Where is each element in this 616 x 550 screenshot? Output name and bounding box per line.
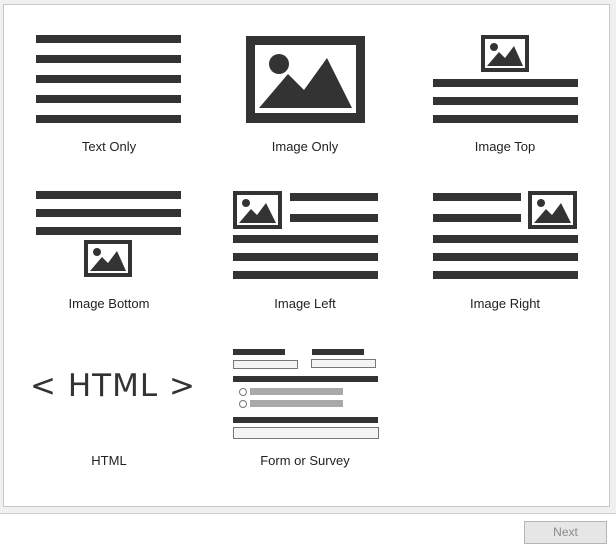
layout-label: Image Only (271, 139, 339, 154)
layout-option-image-right[interactable]: Image Right (426, 186, 584, 316)
image-bottom-icon (36, 191, 181, 277)
layout-label: Text Only (81, 139, 137, 154)
form-icon (233, 349, 379, 439)
layout-label: Image Bottom (68, 296, 150, 311)
layout-label: Form or Survey (260, 453, 350, 468)
next-button[interactable]: Next (524, 521, 607, 544)
html-icon: < HTML > (30, 368, 196, 404)
image-icon (246, 36, 365, 123)
layout-option-text-only[interactable]: Text Only (30, 30, 188, 160)
text-lines-icon (36, 35, 181, 123)
image-top-icon (433, 35, 578, 123)
layout-option-image-bottom[interactable]: Image Bottom (30, 186, 188, 316)
layout-option-html[interactable]: < HTML > HTML (30, 342, 196, 472)
layout-option-image-left[interactable]: Image Left (226, 186, 384, 316)
layout-label: HTML (91, 453, 127, 468)
layout-label: Image Left (274, 296, 336, 311)
layout-option-form-or-survey[interactable]: Form or Survey (226, 342, 384, 472)
image-left-icon (233, 191, 378, 279)
layout-label: Image Top (474, 139, 536, 154)
layout-option-image-top[interactable]: Image Top (426, 30, 584, 160)
image-right-icon (433, 191, 578, 279)
layout-label: Image Right (469, 296, 541, 311)
layout-option-image-only[interactable]: Image Only (226, 30, 384, 160)
